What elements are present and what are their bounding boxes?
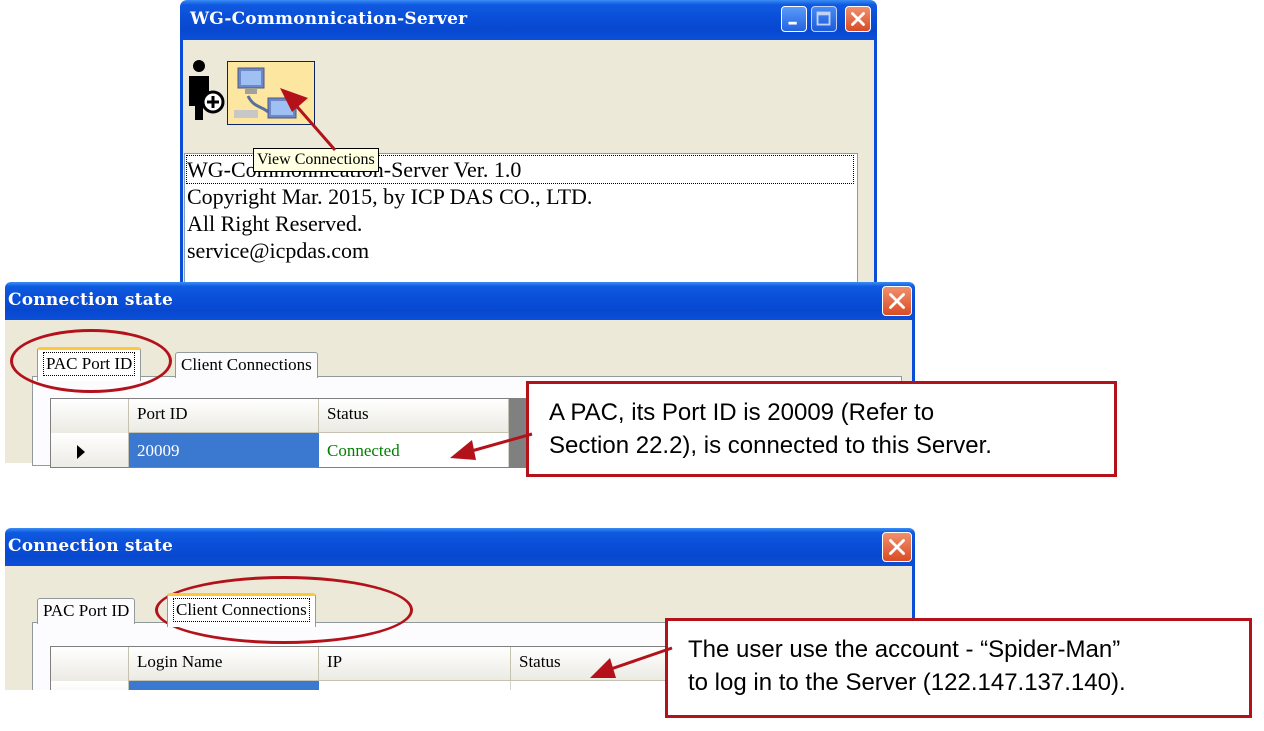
current-row-icon xyxy=(77,445,85,459)
main-titlebar[interactable]: WG-Commonnication-Server xyxy=(180,0,877,40)
row-selector[interactable] xyxy=(51,681,129,690)
pac-callout: A PAC, its Port ID is 20009 (Refer to Se… xyxy=(526,381,1117,477)
close-icon xyxy=(889,293,905,309)
tooltip-arrow-icon xyxy=(280,88,337,151)
dialog1-title: Connection state xyxy=(8,290,173,310)
dialog2-title: Connection state xyxy=(8,536,173,556)
minimize-icon xyxy=(788,21,797,25)
tab-pac-port-id[interactable]: PAC Port ID xyxy=(37,598,136,624)
info-line-rights: All Right Reserved. xyxy=(187,211,363,236)
dialog1-close-button[interactable] xyxy=(882,286,912,316)
main-window-title: WG-Commonnication-Server xyxy=(190,9,468,29)
info-textbox[interactable]: WG-Commonnication-Server Ver. 1.0 Copyri… xyxy=(184,153,858,295)
cell-ip[interactable]: 122.147.137.140 xyxy=(319,681,511,690)
column-header-login-name[interactable]: Login Name xyxy=(129,647,319,681)
close-icon xyxy=(889,539,905,555)
pac-callout-line2: Section 22.2), is connected to this Serv… xyxy=(549,432,992,459)
maximize-button[interactable] xyxy=(811,6,837,32)
user-callout-line1: The user use the account - “Spider-Man” xyxy=(688,636,1121,663)
cell-login-name[interactable]: Spider-Man xyxy=(129,681,319,690)
minimize-button[interactable] xyxy=(781,6,807,32)
user-callout-arrow-icon xyxy=(590,646,673,678)
tab-client-connections[interactable]: Client Connections xyxy=(175,352,318,378)
maximize-icon xyxy=(816,11,831,26)
dialog2-titlebar[interactable]: Connection state xyxy=(5,528,915,566)
close-button[interactable] xyxy=(845,6,871,32)
dialog2-close-button[interactable] xyxy=(882,532,912,562)
info-line-copyright: Copyright Mar. 2015, by ICP DAS CO., LTD… xyxy=(187,184,593,209)
column-header-port-id[interactable]: Port ID xyxy=(129,399,319,433)
column-header-ip[interactable]: IP xyxy=(319,647,511,681)
row-header-corner xyxy=(51,399,129,433)
main-window: WG-Commonnication-Server Ver. 1.0 Copyri… xyxy=(180,0,877,295)
dialog1-titlebar[interactable]: Connection state xyxy=(5,282,915,320)
info-line-email: service@icpdas.com xyxy=(187,238,370,263)
tab-pac-port-id[interactable]: PAC Port ID xyxy=(37,347,142,381)
add-user-icon xyxy=(189,60,225,120)
add-user-button[interactable] xyxy=(184,58,228,120)
cell-port-id[interactable]: 20009 xyxy=(129,433,319,467)
close-icon xyxy=(851,12,865,26)
tab-client-connections[interactable]: Client Connections xyxy=(167,593,316,627)
user-callout: The user use the account - “Spider-Man” … xyxy=(665,618,1252,718)
pac-callout-line1: A PAC, its Port ID is 20009 (Refer to xyxy=(549,399,935,426)
row-header-corner xyxy=(51,647,129,681)
pac-callout-arrow-icon xyxy=(450,432,533,460)
row-selector[interactable] xyxy=(51,433,129,467)
user-callout-line2: to log in to the Server (122.147.137.140… xyxy=(688,669,1126,696)
